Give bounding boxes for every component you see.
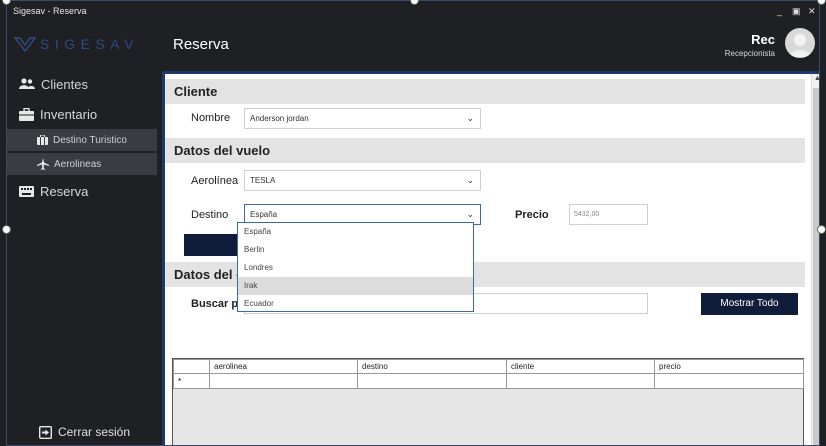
sidebar-subitem-destino-turistico[interactable]: Destino Turistico [7,129,157,151]
table-cell[interactable] [209,373,358,389]
user-role: Recepcionista [724,49,775,58]
new-row-marker: * [173,373,210,389]
window-title: Sigesav - Reserva [13,6,87,16]
grid-header-row: aerolinea destino cliente precio [173,359,804,374]
column-header-precio[interactable]: precio [654,359,804,374]
destino-dropdown-list[interactable]: España Berlin Londres Irak Ecuador [237,222,474,312]
sidebar-item-label: Inventario [40,106,98,122]
nombre-value: Anderson jordan [250,114,309,123]
sigesav-logo: SIGESAV [13,36,139,53]
table-row[interactable]: * [173,373,804,389]
dropdown-option[interactable]: Londres [238,259,473,277]
dropdown-option[interactable]: Berlin [238,241,473,259]
sidebar-item-label: Reserva [40,183,89,199]
sidebar-subitem-aerolineas[interactable]: Aerolineas [7,153,157,175]
resize-handle[interactable] [2,225,11,234]
mostrar-todo-button[interactable]: Mostrar Todo [701,293,798,315]
sidebar-subitem-label: Aerolineas [54,158,102,170]
resize-handle[interactable] [817,225,826,234]
sidebar-item-clientes[interactable]: Clientes [7,71,157,97]
suitcase-icon [37,135,48,145]
briefcase-icon [19,107,34,121]
page-title: Reserva [173,36,229,53]
column-header-aerolinea[interactable]: aerolinea [209,359,358,374]
sidebar-item-label: Clientes [41,76,88,92]
aerolinea-value: TESLA [250,176,276,185]
table-cell[interactable] [357,373,507,389]
aerolinea-select[interactable]: TESLA ⌄ [244,170,481,191]
nombre-label: Nombre [191,112,231,124]
close-button[interactable]: ✕ [808,6,816,17]
section-datos-vuelo: Datos del vuelo [165,138,805,163]
destino-value: España [250,210,278,219]
dropdown-option[interactable]: España [238,223,473,241]
logout-label: Cerrar sesión [58,425,131,439]
nombre-select[interactable]: Anderson jordan ⌄ [244,108,481,129]
column-header-destino[interactable]: destino [357,359,507,374]
logout-button[interactable]: Cerrar sesión [39,425,130,439]
chevron-down-icon: ⌄ [466,113,474,123]
users-icon [19,78,35,89]
sidebar-item-inventario[interactable]: Inventario [7,101,157,127]
sidebar-item-reserva[interactable]: Reserva [7,178,157,204]
plane-icon [37,158,49,170]
avatar[interactable] [785,28,815,58]
resize-handle[interactable] [817,0,826,5]
minimize-button[interactable]: _ [777,6,782,16]
table-cell[interactable] [506,373,655,389]
dropdown-option-highlighted[interactable]: Irak [238,277,473,295]
reservar-button[interactable]: R [184,234,246,256]
precio-field[interactable]: 5432,00 [569,204,648,225]
vertical-scrollbar[interactable]: ▲ [811,74,819,445]
table-cell[interactable] [654,373,804,389]
dropdown-option[interactable]: Ecuador [238,295,473,313]
chevron-down-icon: ⌄ [466,175,474,185]
grid-row-header-corner [173,359,210,374]
sidebar-subitem-label: Destino Turistico [53,134,127,146]
section-cliente: Cliente [165,79,805,104]
logo-text: SIGESAV [40,36,139,52]
results-grid[interactable]: aerolinea destino cliente precio * [172,358,804,445]
scroll-up-icon[interactable]: ▲ [814,75,819,82]
logout-icon [39,425,52,439]
keyboard-icon [19,185,34,197]
aerolinea-label: Aerolínea [191,175,239,187]
column-header-cliente[interactable]: cliente [506,359,655,374]
user-name: Rec [751,32,775,47]
destino-label: Destino [191,209,229,221]
maximize-button[interactable]: ▣ [792,6,801,17]
scroll-thumb[interactable] [813,88,819,445]
precio-label: Precio [515,209,549,221]
user-avatar-icon [789,34,811,57]
